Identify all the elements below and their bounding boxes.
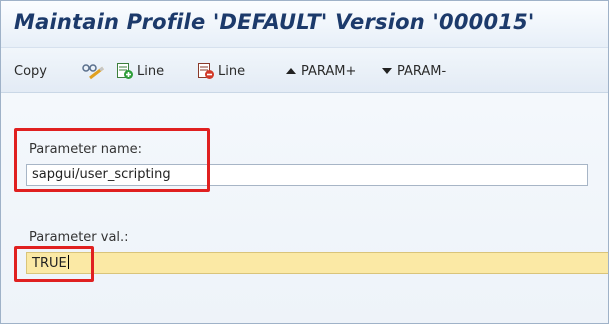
param-value-label: Parameter val.: [29,230,129,245]
glasses-wand-icon [81,62,107,80]
delete-line-icon [197,62,215,80]
title-bar: Maintain Profile 'DEFAULT' Version '0000… [1,1,608,48]
triangle-down-icon [380,65,394,77]
application-toolbar: Copy Line Line PARAM+ PARAM- [1,48,608,93]
param-up-label: PARAM+ [301,63,357,79]
param-down-button[interactable]: PARAM- [380,61,446,81]
highlight-box-param-name [14,128,210,192]
copy-button[interactable]: Copy [14,61,47,81]
sap-window: Maintain Profile 'DEFAULT' Version '0000… [0,0,609,324]
param-down-label: PARAM- [397,63,447,79]
delete-line-button[interactable]: Line [197,61,245,81]
param-up-button[interactable]: PARAM+ [284,61,356,81]
page-title: Maintain Profile 'DEFAULT' Version '0000… [14,10,535,34]
insert-line-icon [116,62,134,80]
param-value-field[interactable]: TRUE [26,252,608,274]
highlight-box-param-value [14,246,94,282]
triangle-up-icon [284,65,298,77]
insert-line-button[interactable]: Line [116,61,164,81]
display-change-button[interactable] [81,61,107,81]
copy-label: Copy [14,63,47,79]
insert-line-label: Line [137,63,165,79]
delete-line-label: Line [218,63,246,79]
